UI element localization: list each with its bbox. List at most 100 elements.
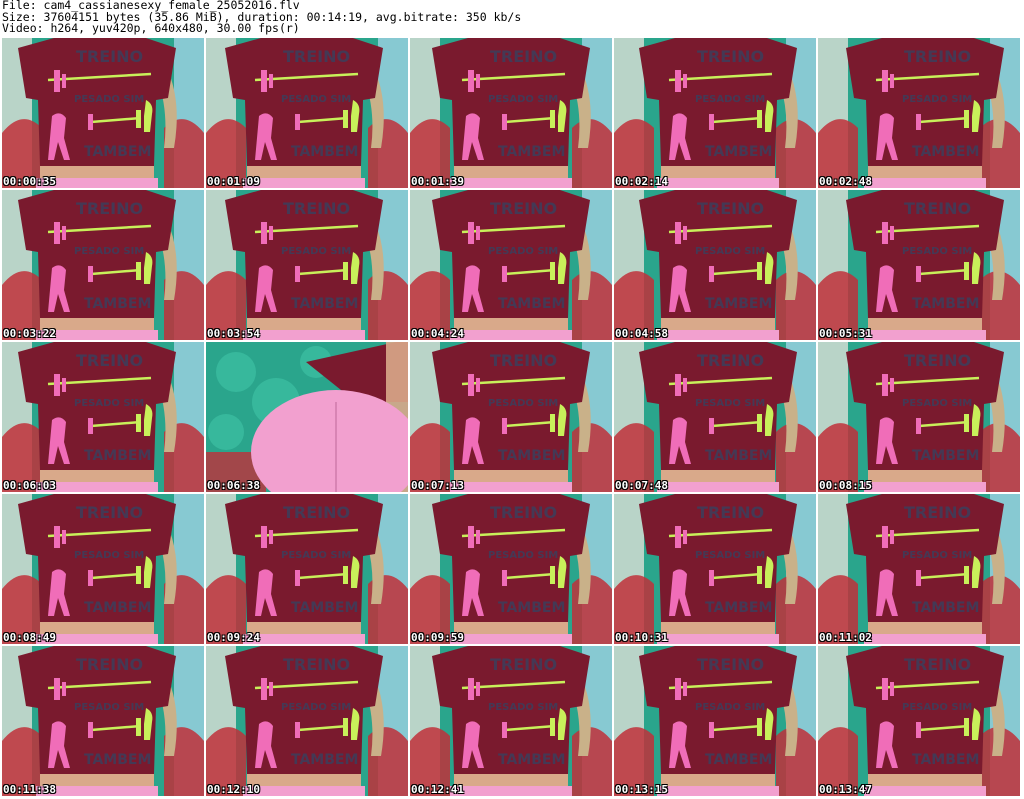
video-thumbnail: TREINO PESADO SIM TAMBEM 00:03:54: [206, 190, 408, 340]
thumbnail-timestamp: 00:04:24: [411, 327, 464, 340]
svg-text:TREINO: TREINO: [697, 655, 764, 674]
thumbnail-timestamp: 00:03:54: [207, 327, 260, 340]
svg-text:TREINO: TREINO: [904, 199, 971, 218]
svg-text:TREINO: TREINO: [490, 199, 557, 218]
thumbnail-timestamp: 00:11:38: [3, 783, 56, 796]
thumbnail-timestamp: 00:12:41: [411, 783, 464, 796]
svg-text:TAMBEM: TAMBEM: [705, 752, 772, 768]
video-thumbnail: TREINO PESADO SIM TAMBEM 00:02:14: [614, 38, 816, 188]
thumbnail-timestamp: 00:13:47: [819, 783, 872, 796]
thumbnail-timestamp: 00:12:10: [207, 783, 260, 796]
svg-text:TAMBEM: TAMBEM: [498, 144, 565, 160]
svg-text:TREINO: TREINO: [283, 199, 350, 218]
thumbnail-timestamp: 00:10:31: [615, 631, 668, 644]
thumbnail-timestamp: 00:00:35: [3, 175, 56, 188]
svg-text:TREINO: TREINO: [490, 47, 557, 66]
thumbnail-grid: TREINO PESADO SIM TAMBEM 00:00:35 TREINO…: [2, 38, 1022, 798]
video-thumbnail: TREINO PESADO SIM TAMBEM 00:06:03: [2, 342, 204, 492]
video-thumbnail: TREINO PESADO SIM TAMBEM 00:13:15: [614, 646, 816, 796]
svg-text:TREINO: TREINO: [904, 655, 971, 674]
video-thumbnail: TREINO PESADO SIM TAMBEM 00:08:49: [2, 494, 204, 644]
svg-text:PESADO SIM: PESADO SIM: [74, 550, 144, 561]
video-thumbnail: TREINO PESADO SIM TAMBEM 00:05:31: [818, 190, 1020, 340]
svg-text:TAMBEM: TAMBEM: [912, 600, 979, 616]
svg-text:PESADO SIM: PESADO SIM: [902, 94, 972, 105]
svg-text:PESADO SIM: PESADO SIM: [281, 94, 351, 105]
svg-text:PESADO SIM: PESADO SIM: [281, 550, 351, 561]
shirt-frame-graphic: TREINO PESADO SIM TAMBEM: [2, 342, 204, 492]
shirt-frame-graphic: TREINO PESADO SIM TAMBEM: [410, 494, 612, 644]
svg-text:TAMBEM: TAMBEM: [291, 296, 358, 312]
svg-text:TAMBEM: TAMBEM: [705, 296, 772, 312]
video-thumbnail: TREINO PESADO SIM TAMBEM 00:03:22: [2, 190, 204, 340]
svg-text:TAMBEM: TAMBEM: [705, 144, 772, 160]
shirt-frame-graphic: TREINO PESADO SIM TAMBEM: [818, 190, 1020, 340]
thumbnail-timestamp: 00:03:22: [3, 327, 56, 340]
svg-text:TAMBEM: TAMBEM: [912, 448, 979, 464]
shirt-frame-graphic: TREINO PESADO SIM TAMBEM: [2, 646, 204, 796]
thumbnail-timestamp: 00:01:39: [411, 175, 464, 188]
thumbnail-timestamp: 00:07:13: [411, 479, 464, 492]
back-frame-graphic: [206, 342, 408, 492]
shirt-frame-graphic: TREINO PESADO SIM TAMBEM: [410, 342, 612, 492]
svg-text:PESADO SIM: PESADO SIM: [488, 246, 558, 257]
thumbnail-timestamp: 00:02:48: [819, 175, 872, 188]
shirt-frame-graphic: TREINO PESADO SIM TAMBEM: [614, 646, 816, 796]
svg-text:PESADO SIM: PESADO SIM: [695, 550, 765, 561]
video-thumbnail: TREINO PESADO SIM TAMBEM 00:01:09: [206, 38, 408, 188]
video-thumbnail: TREINO PESADO SIM TAMBEM 00:08:15: [818, 342, 1020, 492]
svg-text:TREINO: TREINO: [76, 351, 143, 370]
svg-text:TAMBEM: TAMBEM: [84, 448, 151, 464]
video-thumbnail: TREINO PESADO SIM TAMBEM 00:02:48: [818, 38, 1020, 188]
svg-text:TAMBEM: TAMBEM: [84, 144, 151, 160]
shirt-frame-graphic: TREINO PESADO SIM TAMBEM: [614, 38, 816, 188]
svg-text:PESADO SIM: PESADO SIM: [74, 246, 144, 257]
shirt-frame-graphic: TREINO PESADO SIM TAMBEM: [410, 646, 612, 796]
svg-text:TAMBEM: TAMBEM: [912, 144, 979, 160]
video-thumbnail: TREINO PESADO SIM TAMBEM 00:12:41: [410, 646, 612, 796]
video-thumbnail: TREINO PESADO SIM TAMBEM 00:01:39: [410, 38, 612, 188]
shirt-frame-graphic: TREINO PESADO SIM TAMBEM: [614, 342, 816, 492]
shirt-frame-graphic: TREINO PESADO SIM TAMBEM: [2, 38, 204, 188]
svg-text:TREINO: TREINO: [76, 47, 143, 66]
svg-text:TAMBEM: TAMBEM: [84, 600, 151, 616]
video-thumbnail: TREINO PESADO SIM TAMBEM 00:04:24: [410, 190, 612, 340]
thumbnail-timestamp: 00:09:24: [207, 631, 260, 644]
svg-text:PESADO SIM: PESADO SIM: [488, 550, 558, 561]
shirt-frame-graphic: TREINO PESADO SIM TAMBEM: [818, 342, 1020, 492]
svg-text:TREINO: TREINO: [697, 503, 764, 522]
thumbnail-timestamp: 00:08:15: [819, 479, 872, 492]
svg-text:TAMBEM: TAMBEM: [291, 144, 358, 160]
svg-text:TREINO: TREINO: [76, 199, 143, 218]
video-thumbnail: TREINO PESADO SIM TAMBEM 00:10:31: [614, 494, 816, 644]
svg-text:TREINO: TREINO: [904, 503, 971, 522]
video-thumbnail: TREINO PESADO SIM TAMBEM 00:04:58: [614, 190, 816, 340]
svg-text:TREINO: TREINO: [697, 47, 764, 66]
shirt-frame-graphic: TREINO PESADO SIM TAMBEM: [614, 190, 816, 340]
svg-text:TREINO: TREINO: [490, 655, 557, 674]
svg-text:TREINO: TREINO: [76, 655, 143, 674]
svg-text:PESADO SIM: PESADO SIM: [695, 246, 765, 257]
svg-text:PESADO SIM: PESADO SIM: [74, 702, 144, 713]
svg-text:PESADO SIM: PESADO SIM: [902, 398, 972, 409]
thumbnail-timestamp: 00:04:58: [615, 327, 668, 340]
shirt-frame-graphic: TREINO PESADO SIM TAMBEM: [818, 494, 1020, 644]
shirt-frame-graphic: TREINO PESADO SIM TAMBEM: [410, 190, 612, 340]
thumbnail-timestamp: 00:09:59: [411, 631, 464, 644]
svg-text:TAMBEM: TAMBEM: [291, 752, 358, 768]
svg-text:TAMBEM: TAMBEM: [84, 296, 151, 312]
thumbnail-timestamp: 00:02:14: [615, 175, 668, 188]
video-info-line: Video: h264, yuv420p, 640x480, 30.00 fps…: [2, 21, 300, 35]
svg-text:PESADO SIM: PESADO SIM: [488, 94, 558, 105]
shirt-frame-graphic: TREINO PESADO SIM TAMBEM: [2, 494, 204, 644]
shirt-frame-graphic: TREINO PESADO SIM TAMBEM: [206, 494, 408, 644]
thumbnail-timestamp: 00:13:15: [615, 783, 668, 796]
video-thumbnail: TREINO PESADO SIM TAMBEM 00:12:10: [206, 646, 408, 796]
video-thumbnail: TREINO PESADO SIM TAMBEM 00:11:38: [2, 646, 204, 796]
shirt-frame-graphic: TREINO PESADO SIM TAMBEM: [818, 38, 1020, 188]
svg-text:PESADO SIM: PESADO SIM: [695, 398, 765, 409]
svg-text:TREINO: TREINO: [490, 503, 557, 522]
svg-text:TAMBEM: TAMBEM: [498, 296, 565, 312]
svg-text:TAMBEM: TAMBEM: [84, 752, 151, 768]
file-info-header: File: cam4_cassianesexy_female_25052016.…: [2, 0, 1002, 35]
